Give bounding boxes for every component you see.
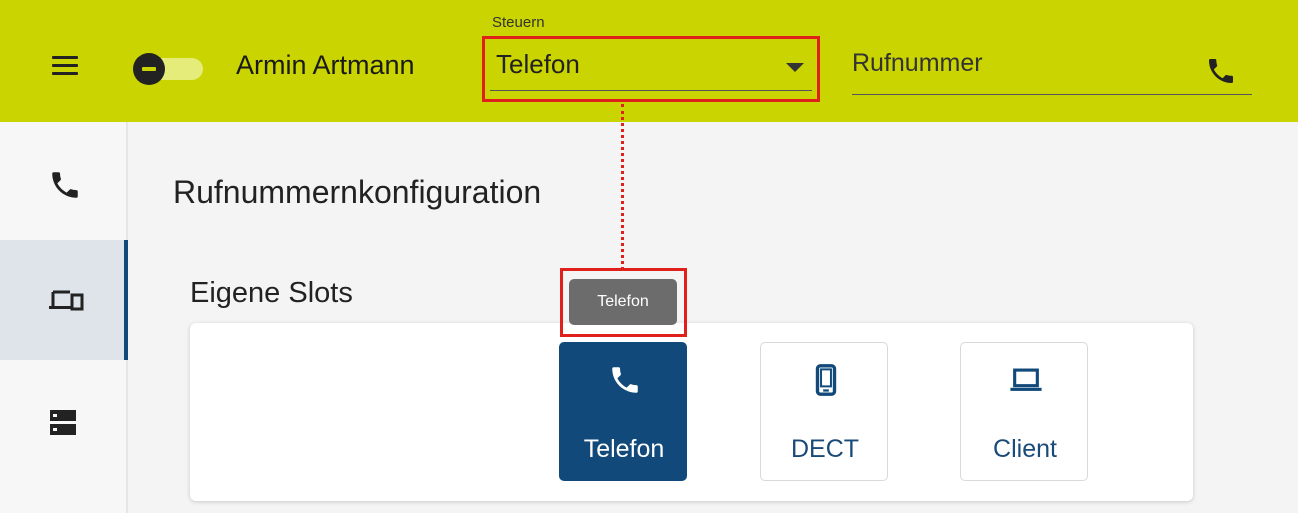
menu-icon[interactable] [52,56,78,76]
sidebar-item-phone[interactable] [0,122,128,242]
slot-label: Telefon [583,435,665,463]
slot-label: Client [993,435,1057,463]
status-toggle[interactable] [133,53,207,85]
mobile-phone-icon [815,364,837,396]
slot-telefon[interactable]: Telefon [559,342,687,481]
phone-icon [612,367,638,393]
sidebar-item-devices[interactable] [0,240,128,360]
phone-number-input[interactable]: Rufnummer [852,45,1252,95]
control-select-highlight [482,36,820,102]
toggle-knob [133,53,165,85]
phone-icon [52,172,78,198]
user-name: Armin Artmann [236,50,415,80]
slot-dect[interactable]: DECT [760,342,888,481]
tooltip-highlight [560,268,687,337]
sidebar [0,122,128,513]
laptop-icon [1010,368,1042,391]
call-icon[interactable] [1205,55,1237,87]
devices-icon [49,290,84,311]
slot-client[interactable]: Client [960,342,1088,481]
phone-number-placeholder: Rufnummer [852,49,983,77]
slot-label: DECT [790,435,860,463]
section-title: Eigene Slots [190,277,353,309]
page-title: Rufnummernkonfiguration [173,174,542,210]
server-icon [50,410,76,435]
sidebar-item-servers[interactable] [0,362,128,482]
annotation-connector [621,104,624,270]
control-select-label: Steuern [492,14,545,31]
